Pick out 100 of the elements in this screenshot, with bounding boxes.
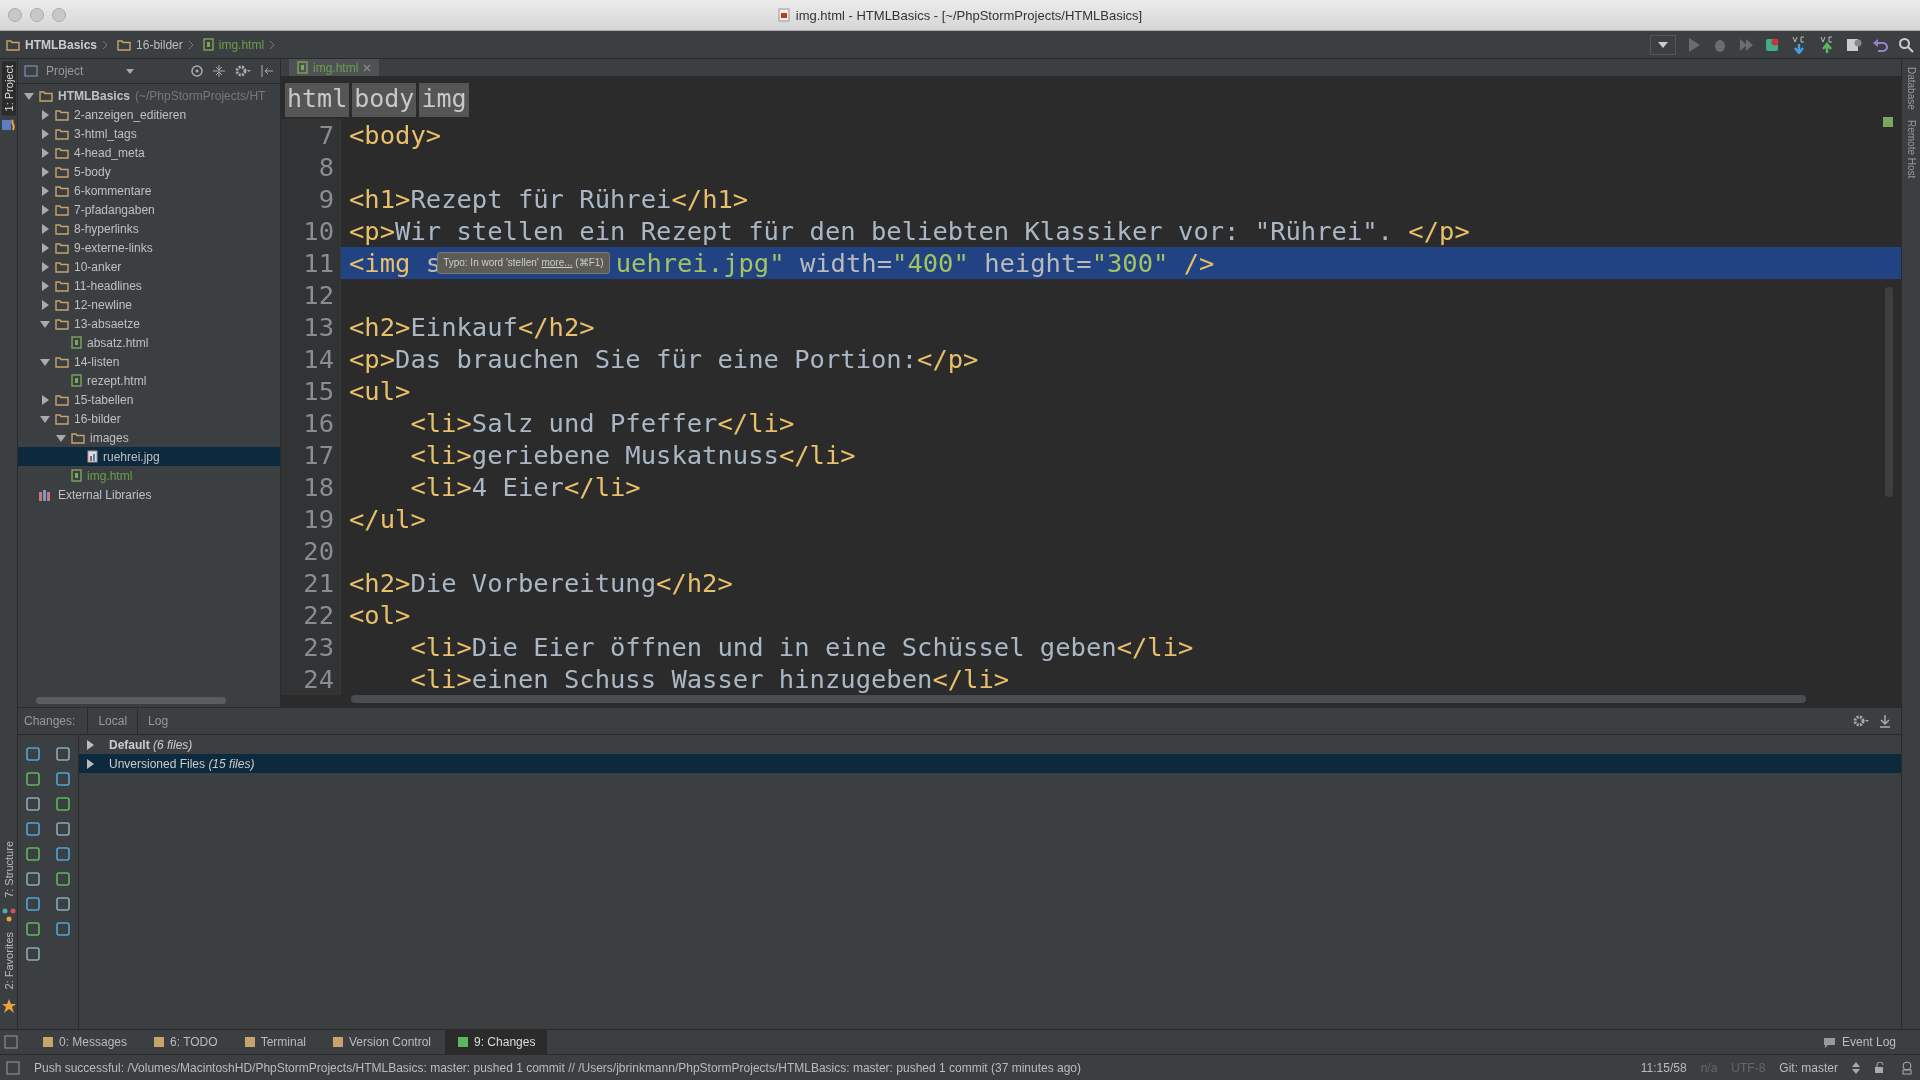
panel-toggle-icon[interactable] — [4, 1035, 18, 1049]
tool-window-icon — [332, 1036, 344, 1048]
collapsed-arrow-icon[interactable] — [40, 261, 50, 272]
play-icon[interactable] — [1686, 36, 1702, 53]
collapsed-arrow-icon[interactable] — [40, 242, 50, 253]
tree-item[interactable]: HTMLBasics (~/PhpStormProjects/HT — [18, 86, 280, 105]
folder-icon — [55, 260, 69, 273]
search-icon[interactable] — [1898, 36, 1914, 53]
expanded-arrow-icon[interactable] — [40, 318, 50, 329]
code-text: <ul> — [349, 376, 411, 406]
line-number: 17 — [303, 439, 334, 471]
breadcrumb-item[interactable]: 16-bilder — [136, 37, 183, 52]
hide-panel-icon[interactable] — [260, 64, 274, 78]
collapsed-arrow-icon[interactable] — [85, 739, 95, 750]
tree-item[interactable]: 7-pfadangaben — [18, 200, 280, 219]
collapsed-arrow-icon[interactable] — [85, 758, 95, 769]
tool-window-tab[interactable]: 7: Structure — [1, 836, 16, 902]
collapsed-arrow-icon[interactable] — [40, 128, 50, 139]
tree-item[interactable]: 14-listen — [18, 352, 280, 371]
scrollbar-thumb[interactable] — [351, 695, 1806, 703]
collapsed-arrow-icon[interactable] — [40, 280, 50, 291]
collapsed-arrow-icon[interactable] — [40, 299, 50, 310]
line-number: 19 — [303, 503, 334, 535]
tree-item[interactable]: 15-tabellen — [18, 390, 280, 409]
panel-toggle-icon[interactable] — [6, 1060, 20, 1075]
tool-window-button[interactable]: 0: Messages — [30, 1030, 140, 1054]
tool-window-tab[interactable]: Database — [1905, 67, 1917, 110]
tool-window-tab[interactable]: 2: Favorites — [1, 927, 16, 993]
tree-item[interactable]: 16-bilder — [18, 409, 280, 428]
run-configuration-dropdown[interactable] — [1650, 34, 1676, 55]
tree-item[interactable]: External Libraries — [18, 485, 280, 504]
tag-breadcrumb[interactable]: body — [352, 83, 417, 117]
tree-item[interactable]: 5-body — [18, 162, 280, 181]
html-file-icon — [202, 38, 214, 51]
git-branch[interactable]: Git: master — [1779, 1060, 1838, 1075]
collapsed-arrow-icon[interactable] — [40, 166, 50, 177]
tag-breadcrumb[interactable]: img — [419, 83, 469, 117]
collapsed-arrow-icon[interactable] — [40, 223, 50, 234]
line-number: 15 — [303, 375, 334, 407]
event-log-button[interactable]: Event Log — [1822, 1035, 1920, 1049]
panel-tab[interactable]: Local — [87, 708, 138, 734]
collapsed-arrow-icon[interactable] — [40, 147, 50, 158]
collapsed-arrow-icon[interactable] — [40, 185, 50, 196]
tree-item[interactable]: 3-html_tags — [18, 124, 280, 143]
changelist-item[interactable]: Default (6 files) — [79, 735, 1901, 754]
expanded-arrow-icon[interactable] — [56, 432, 66, 443]
more-link[interactable]: more... — [541, 257, 573, 268]
project-view-dropdown[interactable]: Project — [24, 64, 134, 78]
tree-item[interactable]: 8-hyperlinks — [18, 219, 280, 238]
line-number: 18 — [303, 471, 334, 503]
expanded-arrow-icon[interactable] — [40, 356, 50, 367]
tool-window-tab[interactable]: 1: Project — [1, 61, 16, 116]
tree-item[interactable]: rezept.html — [18, 371, 280, 390]
code-text: <h2>Einkauf</h2> — [349, 312, 595, 342]
inspector-icon[interactable] — [1900, 1060, 1914, 1075]
tree-item[interactable]: 13-absaetze — [18, 314, 280, 333]
close-icon[interactable] — [363, 63, 372, 72]
expanded-arrow-icon[interactable] — [40, 413, 50, 424]
code-text: <li>Salz und Pfeffer</li> — [409, 408, 795, 438]
line-number: 24 — [303, 663, 334, 695]
folder-icon — [55, 146, 69, 159]
collapsed-arrow-icon[interactable] — [40, 109, 50, 120]
tree-item[interactable]: 12-newline — [18, 295, 280, 314]
cursor-position[interactable]: 11:15/58 — [1640, 1060, 1687, 1075]
gear-icon[interactable] — [234, 64, 252, 78]
window-title: img.html - HTMLBasics - [~/PhpStormProjects/HTMLBasics] — [795, 7, 1143, 23]
hide-icon[interactable] — [1879, 714, 1891, 728]
changelist-item[interactable]: Unversioned Files (15 files) — [79, 754, 1901, 773]
gear-icon[interactable] — [1853, 714, 1869, 728]
coverage-icon[interactable] — [1738, 36, 1754, 53]
tool-window-button[interactable]: 9: Changes — [445, 1030, 548, 1054]
panel-tab[interactable]: Log — [137, 708, 179, 734]
tool-window-tab[interactable]: Remote Host — [1905, 119, 1917, 179]
tree-item[interactable]: 6-kommentare — [18, 181, 280, 200]
tree-item[interactable]: ruehrei.jpg — [18, 447, 280, 466]
expanded-arrow-icon[interactable] — [24, 90, 34, 101]
tool-window-button[interactable]: 6: TODO — [141, 1030, 230, 1054]
breadcrumb-item[interactable]: img.html — [218, 37, 265, 52]
tool-window-button[interactable]: Terminal — [231, 1030, 318, 1054]
code-text: <li>Die Eier öffnen und in eine Schüssel geben</li> — [409, 632, 1194, 662]
tree-item[interactable]: 10-anker — [18, 257, 280, 276]
scrollbar-thumb[interactable] — [36, 697, 226, 704]
image-file-icon — [87, 450, 98, 463]
collapsed-arrow-icon[interactable] — [40, 204, 50, 215]
target-icon[interactable] — [190, 64, 204, 78]
line-number: 10 — [303, 215, 334, 247]
tag-breadcrumb[interactable]: html — [285, 83, 350, 117]
line-number: 14 — [303, 343, 334, 375]
tool-window-button[interactable]: Version Control — [320, 1030, 444, 1054]
tree-item[interactable]: images — [18, 428, 280, 447]
tree-item[interactable]: 9-externe-links — [18, 238, 280, 257]
folder-icon — [6, 38, 20, 51]
tree-item[interactable]: img.html — [18, 466, 280, 485]
tree-item[interactable]: absatz.html — [18, 333, 280, 352]
tree-item[interactable]: 2-anzeigen_editieren — [18, 105, 280, 124]
collapsed-arrow-icon[interactable] — [40, 394, 50, 405]
line-number: 20 — [303, 535, 334, 567]
tree-item[interactable]: 11-headlines — [18, 276, 280, 295]
tree-item[interactable]: 4-head_meta — [18, 143, 280, 162]
breadcrumb-item[interactable]: HTMLBasics — [25, 37, 98, 52]
